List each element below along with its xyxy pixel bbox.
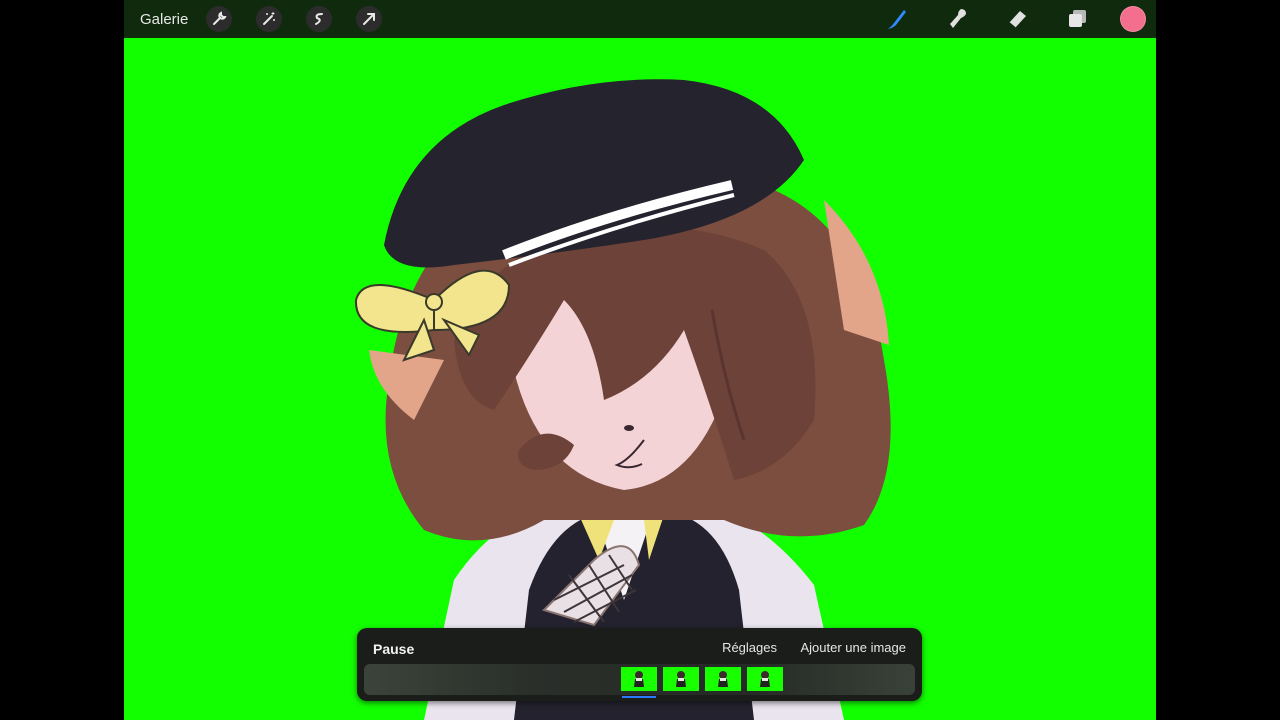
magic-wand-icon <box>261 11 277 27</box>
right-tools <box>880 0 1146 38</box>
actions-button[interactable] <box>206 6 232 32</box>
transform-button[interactable] <box>356 6 382 32</box>
character-thumbnail-icon <box>716 670 730 688</box>
frame-thumbnail[interactable] <box>621 667 657 691</box>
eraser-icon <box>1004 6 1030 32</box>
smudge-icon <box>944 6 970 32</box>
brush-icon <box>884 6 910 32</box>
top-toolbar: Galerie <box>124 0 1156 38</box>
selected-frame-indicator <box>622 696 656 698</box>
procreate-screen: Galerie <box>124 0 1156 720</box>
selection-icon <box>311 11 327 27</box>
eraser-tool-button[interactable] <box>1000 2 1034 36</box>
drawing-canvas[interactable] <box>124 0 1156 720</box>
character-thumbnail-icon <box>758 670 772 688</box>
frame-thumbnail[interactable] <box>705 667 741 691</box>
adjustments-button[interactable] <box>256 6 282 32</box>
animation-assist-panel: Pause Réglages Ajouter une image <box>357 628 922 701</box>
selection-button[interactable] <box>306 6 332 32</box>
character-thumbnail-icon <box>632 670 646 688</box>
transform-arrow-icon <box>361 11 377 27</box>
gallery-button[interactable]: Galerie <box>140 11 188 28</box>
pause-button[interactable]: Pause <box>373 641 414 657</box>
animation-settings-button[interactable]: Réglages <box>722 640 777 655</box>
brush-tool-button[interactable] <box>880 2 914 36</box>
add-frame-button[interactable]: Ajouter une image <box>800 640 906 655</box>
color-picker-button[interactable] <box>1120 6 1146 32</box>
frame-thumbnail[interactable] <box>747 667 783 691</box>
smudge-tool-button[interactable] <box>940 2 974 36</box>
layers-button[interactable] <box>1060 2 1094 36</box>
wrench-icon <box>211 11 227 27</box>
layers-icon <box>1064 6 1090 32</box>
frame-timeline[interactable] <box>364 664 915 695</box>
chibi-character-artwork <box>124 0 1156 720</box>
frame-thumbnail[interactable] <box>663 667 699 691</box>
character-thumbnail-icon <box>674 670 688 688</box>
